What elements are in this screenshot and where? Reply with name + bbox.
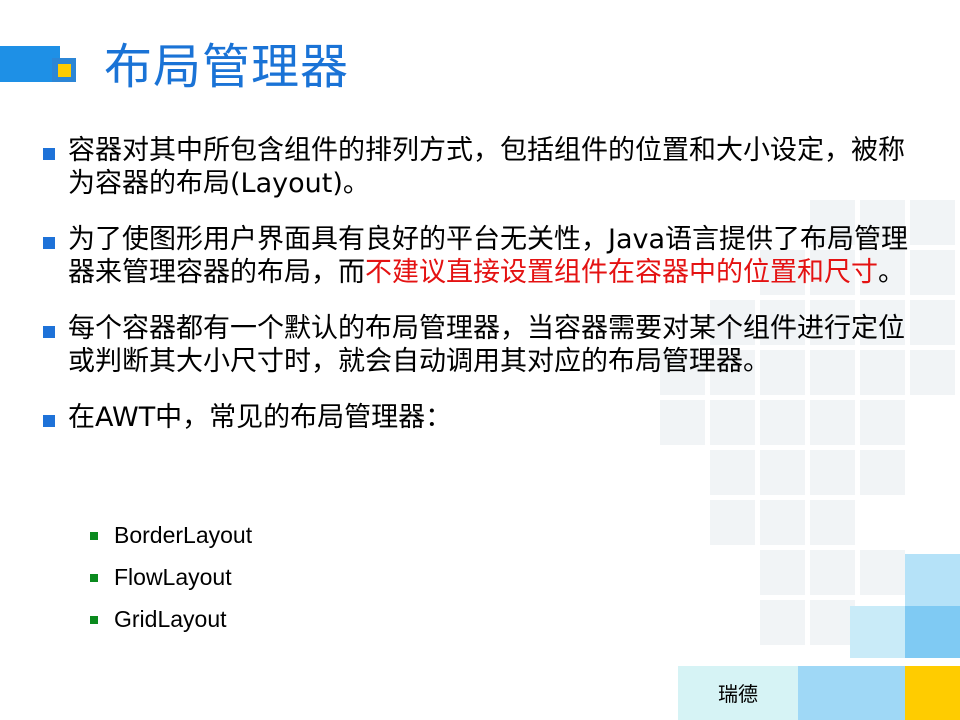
bullet-text: 在AWT中，常见的布局管理器： [68, 402, 453, 433]
square-bullet-icon [43, 148, 55, 160]
bullet-item: 为了使图形用户界面具有良好的平台无关性，Java语言提供了布局管理器来管理容器的… [42, 223, 912, 289]
square-bullet-icon [43, 326, 55, 338]
bullet-highlight-text: 不建议直接设置组件在容器中的位置和尺寸 [365, 257, 878, 288]
square-bullet-icon [43, 415, 55, 427]
bullet-text-tail: 。 [878, 257, 905, 288]
bullet-list: 容器对其中所包含组件的排列方式，包括组件的位置和大小设定，被称为容器的布局(La… [42, 134, 912, 457]
square-bullet-icon [43, 237, 55, 249]
bullet-text: 容器对其中所包含组件的排列方式，包括组件的位置和大小设定，被称为容器的布局(La… [68, 135, 905, 199]
footer-label: 瑞德 [718, 682, 758, 706]
sub-bullet-text: GridLayout [114, 606, 227, 632]
bullet-text-block: 为了使图形用户界面具有良好的平台无关性，Java语言提供了布局管理器来管理容器的… [68, 223, 912, 289]
header-accent-inner-square [58, 64, 71, 77]
small-square-bullet-icon [90, 532, 98, 540]
bullet-item: 容器对其中所包含组件的排列方式，包括组件的位置和大小设定，被称为容器的布局(La… [42, 134, 912, 200]
slide: 布局管理器 容器对其中所包含组件的排列方式，包括组件的位置和大小设定，被称为容器… [0, 0, 960, 720]
header-accent-bar [0, 46, 60, 82]
sub-bullet-text: BorderLayout [114, 522, 253, 548]
small-square-bullet-icon [90, 616, 98, 624]
sub-bullet-item: FlowLayout [90, 563, 252, 605]
small-square-bullet-icon [90, 574, 98, 582]
bullet-text: 每个容器都有一个默认的布局管理器，当容器需要对某个组件进行定位或判断其大小尺寸时… [68, 313, 905, 377]
sub-bullet-item: BorderLayout [90, 521, 252, 563]
sub-bullet-list: BorderLayout FlowLayout GridLayout [90, 521, 252, 647]
bullet-item: 每个容器都有一个默认的布局管理器，当容器需要对某个组件进行定位或判断其大小尺寸时… [42, 312, 912, 378]
sub-bullet-text: FlowLayout [114, 564, 232, 590]
slide-title: 布局管理器 [104, 39, 350, 95]
bullet-item: 在AWT中，常见的布局管理器： [42, 401, 912, 434]
sub-bullet-item: GridLayout [90, 605, 252, 647]
